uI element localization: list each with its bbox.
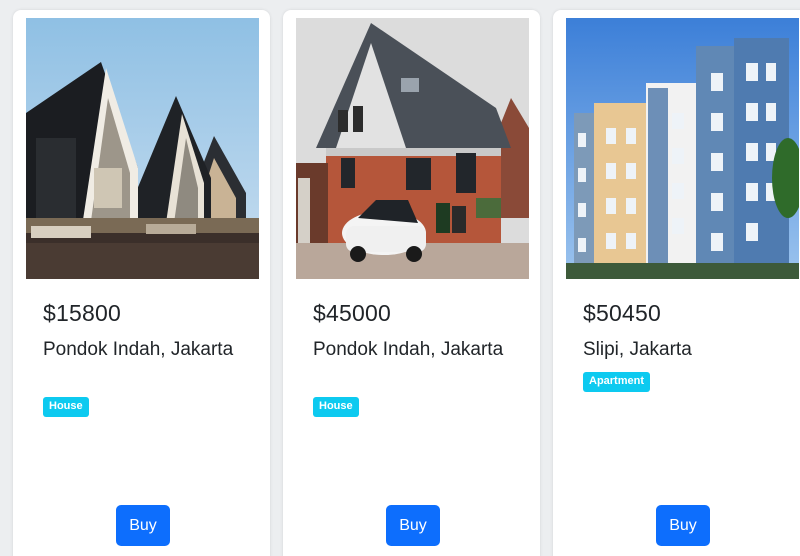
property-photo — [26, 18, 259, 279]
listing-card: $15800 Pondok Indah, Jakarta House Buy — [13, 10, 270, 556]
property-photo — [296, 18, 529, 279]
property-type-badge: Apartment — [583, 372, 651, 392]
listing-price: $50450 — [583, 300, 661, 326]
property-type-badge: House — [313, 397, 359, 417]
property-photo — [566, 18, 799, 279]
buy-button[interactable]: Buy — [656, 505, 710, 546]
buy-button[interactable]: Buy — [116, 505, 170, 546]
listing-location: Slipi, Jakarta — [583, 339, 692, 360]
listing-grid: $15800 Pondok Indah, Jakarta House Buy $… — [0, 0, 800, 556]
listing-card: $50450 Slipi, Jakarta Apartment Buy — [553, 10, 800, 556]
buy-button[interactable]: Buy — [386, 505, 440, 546]
listing-location: Pondok Indah, Jakarta — [43, 339, 234, 360]
listing-price: $15800 — [43, 300, 121, 326]
listing-card: $45000 Pondok Indah, Jakarta House Buy — [283, 10, 540, 556]
listing-price: $45000 — [313, 300, 391, 326]
property-type-badge: House — [43, 397, 89, 417]
listing-location: Pondok Indah, Jakarta — [313, 339, 504, 360]
